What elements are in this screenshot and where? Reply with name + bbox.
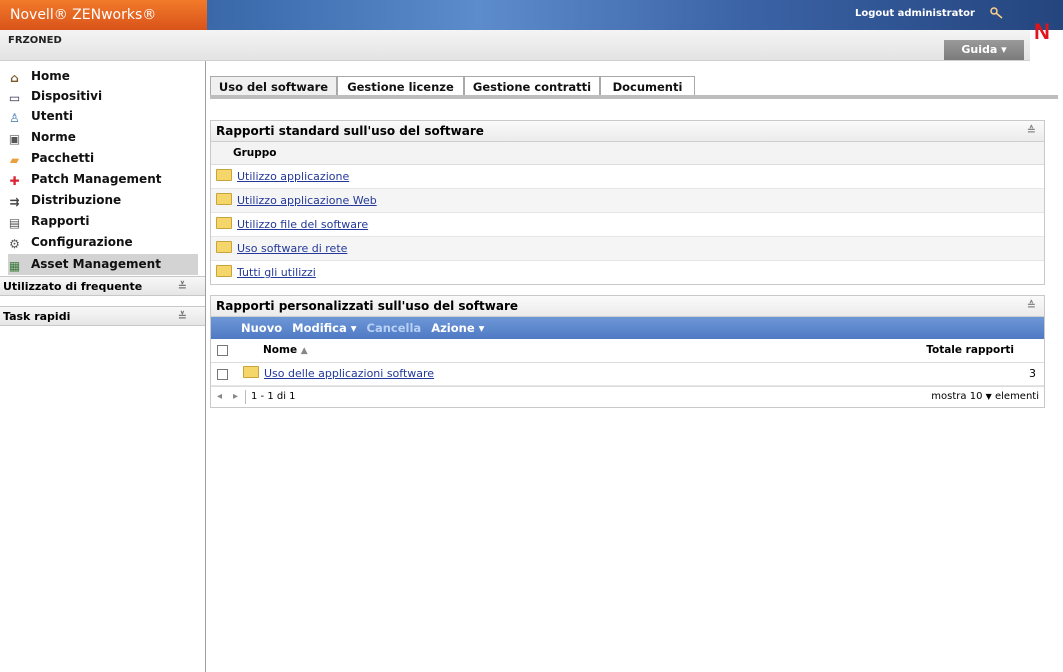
edit-menu-button[interactable]: Modifica ▾ [292,321,356,335]
report-link[interactable]: Uso delle applicazioni software [264,367,434,380]
pagination-bar: ◂ ▸ 1 - 1 di 1 mostra 10 ▼ elementi [211,386,1044,407]
tab-documents[interactable]: Documenti [600,76,695,96]
sidebar-item-devices[interactable]: ▭ Dispositivi [8,86,198,107]
frequently-used-label: Utilizzato di frequente [3,280,143,293]
folder-icon [216,193,232,205]
folder-icon [243,366,259,378]
sidebar-item-deployment[interactable]: ⇉ Distribuzione [8,190,198,211]
panel-title: Rapporti personalizzati sull'uso del sof… [216,299,518,313]
previous-page-icon[interactable]: ◂ [217,387,222,407]
panel-title: Rapporti standard sull'uso del software [216,124,484,138]
quick-tasks-panel[interactable]: Task rapidi ≚ [0,306,205,326]
policy-icon: ▣ [8,132,21,146]
table-row: Uso delle applicazioni software 3 [211,363,1044,386]
zone-name: FRZONED [8,35,62,46]
sidebar-item-home[interactable]: ⌂ Home [8,66,198,87]
list-item: Utilizzo file del software [211,213,1044,237]
sidebar-item-asset-management[interactable]: ▦ Asset Management [8,254,198,275]
sidebar-item-users[interactable]: ♙ Utenti [8,106,198,127]
sidebar-item-patch[interactable]: ✚ Patch Management [8,169,198,190]
monitor-icon: ▭ [8,91,21,105]
patch-icon: ✚ [9,174,20,188]
list-item: Tutti gli utilizzi [211,261,1044,284]
tab-underline [210,95,1058,99]
column-header-group: Gruppo [211,142,1044,165]
zone-bar [0,30,1030,61]
page-size-value[interactable]: 10 [970,391,983,402]
action-toolbar: Nuovo Modifica ▾ Cancella Azione ▾ [211,317,1044,339]
row-total-cell: 3 [1029,367,1036,380]
folder-icon [216,169,232,181]
report-link[interactable]: Utilizzo file del software [237,218,368,231]
tab-contract-management[interactable]: Gestione contratti [464,76,600,96]
report-link[interactable]: Uso software di rete [237,242,347,255]
sidebar-item-bundles[interactable]: ▰ Pacchetti [8,148,198,169]
sidebar-item-configuration[interactable]: ⚙ Configurazione [8,232,198,253]
row-name-cell: Uso delle applicazioni software [243,363,434,385]
novell-n-logo: N [1034,19,1050,44]
page-size-control[interactable]: mostra 10 ▼ elementi [931,387,1039,407]
frequently-used-panel[interactable]: Utilizzato di frequente ≚ [0,276,205,296]
logout-link[interactable]: Logout administrator [855,8,975,19]
sidebar-item-reports[interactable]: ▤ Rapporti [8,211,198,232]
expand-icon[interactable]: ≚ [178,277,187,297]
sort-ascending-icon: ▲ [300,346,308,356]
list-item: Utilizzo applicazione [211,165,1044,189]
list-item: Uso software di rete [211,237,1044,261]
report-link[interactable]: Utilizzo applicazione Web [237,194,377,207]
folder-icon [216,265,232,277]
configuration-icon: ⚙ [9,237,20,251]
user-icon: ♙ [9,111,20,125]
panel-header: Rapporti standard sull'uso del software … [211,121,1044,142]
tab-software-usage[interactable]: Uso del software [210,76,337,96]
table-header: Nome ▲ Totale rapporti [211,339,1044,363]
delete-button[interactable]: Cancella [367,321,422,335]
asset-icon: ▦ [8,259,21,273]
sidebar: ⌂ Home ▭ Dispositivi ♙ Utenti ▣ Norme ▰ Pacch… [0,61,206,672]
sidebar-item-policies[interactable]: ▣ Norme [8,127,198,148]
collapse-icon[interactable]: ≙ [1027,121,1036,141]
folder-icon [216,241,232,253]
expand-icon[interactable]: ≚ [178,307,187,327]
home-icon: ⌂ [10,71,19,85]
panel-header: Rapporti personalizzati sull'uso del sof… [211,296,1044,317]
pager-range: 1 - 1 di 1 [251,391,296,402]
new-button[interactable]: Nuovo [241,321,282,335]
report-link[interactable]: Tutti gli utilizzi [237,266,316,279]
list-item: Utilizzo applicazione Web [211,189,1044,213]
action-menu-button[interactable]: Azione ▾ [431,321,484,335]
bundle-icon: ▰ [9,153,20,167]
report-icon: ▤ [8,216,21,230]
column-header-name[interactable]: Nome ▲ [263,339,308,363]
key-icon[interactable] [990,7,1004,19]
tab-license-management[interactable]: Gestione licenze [337,76,464,96]
help-button[interactable]: Guida ▾ [944,40,1024,60]
standard-reports-panel: Rapporti standard sull'uso del software … [210,120,1045,285]
select-all-checkbox[interactable] [217,345,228,356]
brand-logo: Novell® ZENworks® [0,0,207,30]
collapse-icon[interactable]: ≙ [1027,296,1036,316]
pager-divider [245,390,246,404]
report-link[interactable]: Utilizzo applicazione [237,170,349,183]
next-page-icon[interactable]: ▸ [233,387,238,407]
deployment-icon: ⇉ [9,195,20,209]
quick-tasks-label: Task rapidi [3,310,71,323]
column-header-total: Totale rapporti [926,344,1014,356]
row-checkbox[interactable] [217,369,228,380]
folder-icon [216,217,232,229]
chevron-down-icon[interactable]: ▼ [986,392,992,401]
custom-reports-panel: Rapporti personalizzati sull'uso del sof… [210,295,1045,408]
